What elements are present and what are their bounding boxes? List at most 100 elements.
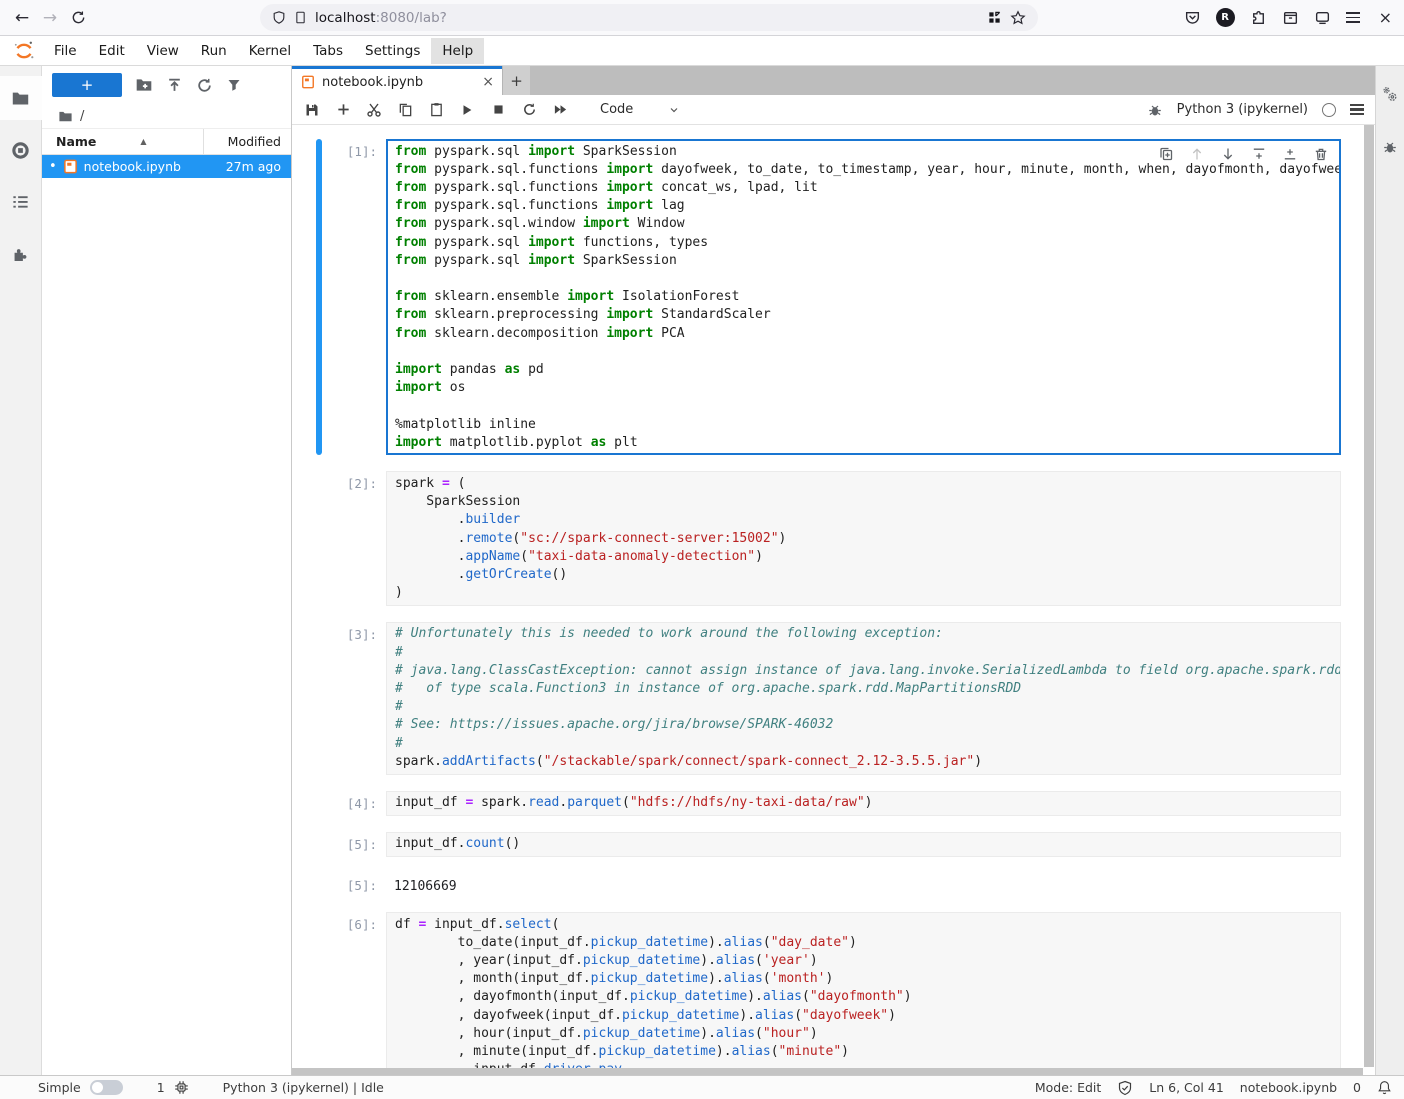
cell-editor[interactable]: input_df = spark.read.parquet("hdfs://hd… <box>386 791 1341 816</box>
browser-forward-button[interactable]: → <box>36 4 64 32</box>
tab-notebook[interactable]: notebook.ipynb × <box>292 66 502 95</box>
profile-avatar[interactable]: R <box>1216 8 1235 27</box>
kernel-chip-icon[interactable] <box>174 1080 189 1095</box>
menu-file[interactable]: File <box>43 38 88 64</box>
code-cell[interactable]: [3]:# Unfortunately this is needed to wo… <box>316 622 1341 775</box>
simple-mode-toggle[interactable] <box>90 1080 123 1095</box>
horizontal-scrollbar[interactable] <box>292 1068 1363 1075</box>
notification-count[interactable]: 0 <box>1353 1080 1361 1095</box>
tab-close-icon[interactable]: × <box>482 74 494 90</box>
cut-cells-button[interactable] <box>365 101 383 119</box>
tracking-protection-shield-icon[interactable] <box>272 10 286 25</box>
move-down-button[interactable] <box>1220 146 1236 162</box>
insert-below-button[interactable] <box>1282 146 1298 162</box>
cell-editor[interactable]: spark = ( SparkSession .builder .remote(… <box>386 471 1341 605</box>
breadcrumb-root[interactable]: / <box>80 109 84 124</box>
new-launcher-button[interactable]: + <box>52 73 122 97</box>
breadcrumb[interactable]: / <box>42 104 291 128</box>
copy-cells-button[interactable] <box>396 101 414 119</box>
menu-settings[interactable]: Settings <box>354 38 431 64</box>
cell-collapser[interactable] <box>316 873 322 896</box>
kernel-status-icon[interactable] <box>1322 103 1336 117</box>
save-button[interactable] <box>303 101 321 119</box>
menu-edit[interactable]: Edit <box>88 38 136 64</box>
extensions-icon[interactable] <box>1250 9 1267 26</box>
menu-run[interactable]: Run <box>190 38 238 64</box>
cell-collapser[interactable] <box>316 912 322 1075</box>
restart-kernel-button[interactable] <box>520 101 538 119</box>
sidebar-tab-table-of-contents[interactable] <box>0 180 42 224</box>
upload-icon[interactable] <box>166 77 183 94</box>
status-filename[interactable]: notebook.ipynb <box>1240 1080 1337 1095</box>
insert-cell-button[interactable] <box>334 101 352 119</box>
browser-reload-button[interactable] <box>64 4 92 32</box>
pocket-icon[interactable] <box>1184 9 1201 26</box>
code-cell[interactable]: [1]:from pyspark.sql import SparkSession… <box>316 139 1341 455</box>
page-actions-icon[interactable] <box>987 10 1002 25</box>
cell-collapser[interactable] <box>316 471 322 605</box>
column-header-modified[interactable]: Modified <box>203 129 291 154</box>
debugger-bug-icon[interactable] <box>1147 102 1163 118</box>
sidebar-toggle-icon[interactable] <box>1314 9 1331 26</box>
cursor-position[interactable]: Ln 6, Col 41 <box>1149 1080 1224 1095</box>
menu-tabs[interactable]: Tabs <box>302 38 354 64</box>
downloads-archive-icon[interactable] <box>1282 9 1299 26</box>
delete-cell-icon <box>1313 146 1329 162</box>
new-folder-icon[interactable] <box>135 76 153 94</box>
browser-back-button[interactable]: ← <box>8 4 36 32</box>
debugger-bug-icon[interactable] <box>1382 139 1398 155</box>
duplicate-cell-button[interactable] <box>1158 146 1174 162</box>
menu-kernel[interactable]: Kernel <box>238 38 302 64</box>
code-cell[interactable]: [4]:input_df = spark.read.parquet("hdfs:… <box>316 791 1341 816</box>
cell-collapser[interactable] <box>316 832 322 857</box>
cell-editor[interactable]: input_df.count() <box>386 832 1341 857</box>
sidebar-tab-file-browser[interactable] <box>0 76 42 120</box>
cell-type-dropdown[interactable]: Code <box>596 100 684 119</box>
paste-cells-button[interactable] <box>427 101 445 119</box>
file-row-notebook[interactable]: • notebook.ipynb 27m ago <box>42 155 291 178</box>
mode-indicator[interactable]: Mode: Edit <box>1035 1080 1101 1095</box>
code-cell[interactable]: [5]:input_df.count() <box>316 832 1341 857</box>
interrupt-kernel-button[interactable] <box>489 101 507 119</box>
cell-editor[interactable]: # Unfortunately this is needed to work a… <box>386 622 1341 775</box>
filter-icon[interactable] <box>226 77 242 93</box>
cell-collapser[interactable] <box>316 622 322 775</box>
output-area[interactable]: [5]:12106669 <box>316 873 1341 896</box>
app-menu-icon[interactable] <box>1346 12 1360 23</box>
sidebar-tab-running-sessions[interactable] <box>0 128 42 172</box>
url-bar[interactable]: localhost:8080/lab? <box>260 4 1038 31</box>
sidebar-tab-extensions[interactable] <box>0 232 42 276</box>
kernel-status-text[interactable]: Python 3 (ipykernel) | Idle <box>223 1080 384 1095</box>
run-cell-button[interactable] <box>458 101 476 119</box>
move-up-button[interactable] <box>1189 146 1205 162</box>
menu-view[interactable]: View <box>136 38 190 64</box>
copy-icon <box>398 102 413 117</box>
refresh-icon[interactable] <box>196 77 213 94</box>
url-text[interactable]: localhost:8080/lab? <box>315 10 979 26</box>
toolbar-overflow-icon[interactable] <box>1350 104 1364 116</box>
delete-cell-button[interactable] <box>1313 146 1329 162</box>
cell-collapser[interactable] <box>316 139 322 455</box>
kernel-name[interactable]: Python 3 (ipykernel) <box>1177 102 1308 117</box>
page-info-icon[interactable] <box>294 10 307 25</box>
bell-icon[interactable] <box>1377 1080 1392 1095</box>
cell-toolbar <box>1158 146 1329 162</box>
folder-icon[interactable] <box>58 109 73 124</box>
restart-run-all-button[interactable] <box>551 101 569 119</box>
cell-editor[interactable]: from pyspark.sql import SparkSessionfrom… <box>386 139 1341 455</box>
menu-help[interactable]: Help <box>431 38 484 64</box>
bookmark-star-icon[interactable] <box>1010 10 1026 26</box>
notebook-cells: [1]:from pyspark.sql import SparkSession… <box>292 125 1375 1075</box>
property-inspector-gears-icon[interactable] <box>1382 86 1399 103</box>
code-cell[interactable]: [2]:spark = ( SparkSession .builder .rem… <box>316 471 1341 605</box>
cell-editor[interactable]: df = input_df.select( to_date(input_df.p… <box>386 912 1341 1075</box>
vertical-scrollbar[interactable] <box>1364 125 1374 1067</box>
close-icon[interactable]: × <box>1379 8 1392 27</box>
notebook-panel: notebook.ipynb × + Code Python 3 (ipyker… <box>292 66 1375 1075</box>
new-tab-button[interactable]: + <box>502 66 530 95</box>
code-cell[interactable]: [6]:df = input_df.select( to_date(input_… <box>316 912 1341 1075</box>
column-header-name[interactable]: Name ▲ <box>56 134 203 149</box>
insert-above-button[interactable] <box>1251 146 1267 162</box>
cell-collapser[interactable] <box>316 791 322 816</box>
trusted-shield-check-icon[interactable] <box>1117 1080 1133 1096</box>
